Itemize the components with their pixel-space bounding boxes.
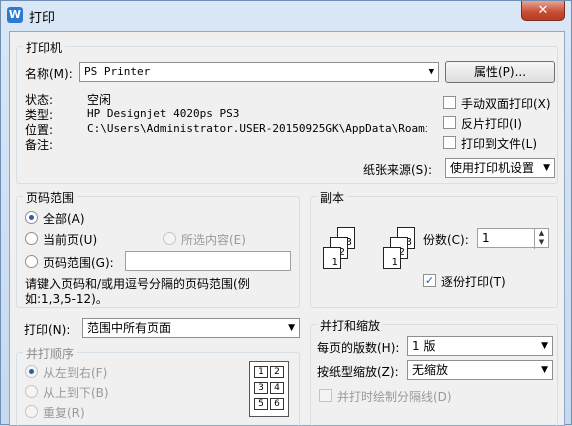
copies-group-title: 副本: [317, 189, 348, 206]
paper-source-select[interactable]: 使用打印机设置 ▼: [445, 158, 555, 178]
spin-up-icon[interactable]: ▲: [535, 229, 548, 238]
print-what-select[interactable]: 范围中所有页面 ▼: [82, 318, 300, 338]
order-repeat-label: 重复(R): [43, 406, 85, 420]
order-top-bottom-label: 从上到下(B): [43, 386, 109, 400]
order-cell: 2: [270, 366, 284, 378]
print-to-file-checkbox[interactable]: [443, 136, 456, 149]
scale-label: 按纸型缩放(Z):: [317, 365, 399, 379]
printer-group-title: 打印机: [23, 39, 66, 56]
print-what-value: 范围中所有页面: [87, 321, 172, 335]
zoom-group-title: 并打和缩放: [317, 317, 384, 334]
order-group-title: 并打顺序: [23, 345, 78, 362]
status-value: 空闲: [87, 93, 112, 107]
order-cell: 4: [270, 382, 284, 394]
comment-label: 备注:: [25, 138, 54, 152]
range-current-label: 当前页(U): [43, 233, 98, 247]
chevron-down-icon: ▼: [428, 67, 434, 77]
printer-name-select[interactable]: PS Printer ▼: [79, 62, 439, 82]
chevron-down-icon: ▼: [541, 365, 548, 375]
range-all-radio[interactable]: [25, 211, 38, 224]
printer-name-value: PS Printer: [84, 65, 151, 78]
wps-logo-icon: W: [7, 7, 23, 23]
page-range-group: 页码范围 全部(A) 当前页(U) 所选内容(E) 页码范围(G): 请键入页码…: [16, 189, 300, 308]
mirror-print-label: 反片打印(I): [461, 117, 522, 131]
range-selection-radio[interactable]: [163, 232, 176, 245]
copies-count-label: 份数(C):: [423, 233, 469, 247]
order-cell: 3: [254, 382, 268, 394]
order-repeat-radio[interactable]: [25, 405, 38, 418]
properties-button[interactable]: 属性(P)...: [445, 61, 555, 83]
pages-per-sheet-label: 每页的版数(H):: [317, 341, 400, 355]
chevron-down-icon: ▼: [543, 163, 550, 173]
range-current-radio[interactable]: [25, 232, 38, 245]
copies-count-input[interactable]: 1 ▲ ▼: [477, 228, 549, 249]
duplex-checkbox[interactable]: [443, 96, 456, 109]
title-bar: W 打印 ✕: [1, 1, 572, 29]
paper-source-value: 使用打印机设置: [450, 161, 535, 175]
collate-checkbox[interactable]: ✓: [423, 274, 436, 287]
order-cell: 1: [254, 366, 268, 378]
pages-per-sheet-value: 1 版: [412, 339, 436, 353]
window-title: 打印: [29, 11, 56, 26]
print-to-file-label: 打印到文件(L): [461, 137, 538, 151]
close-button[interactable]: ✕: [521, 1, 565, 21]
order-left-right-label: 从左到右(F): [43, 366, 108, 380]
order-preview-icon: 1 2 3 4 5 6: [249, 361, 289, 417]
collate-label: 逐份打印(T): [441, 275, 506, 289]
paper-source-label: 纸张来源(S):: [363, 163, 433, 177]
spin-down-icon[interactable]: ▼: [535, 238, 548, 247]
range-pages-radio[interactable]: [25, 255, 38, 268]
printer-name-label: 名称(M):: [25, 67, 73, 81]
range-selection-label: 所选内容(E): [181, 233, 246, 247]
copies-count-value: 1: [482, 231, 490, 245]
chevron-down-icon: ▼: [541, 341, 548, 351]
order-cell: 6: [270, 398, 284, 410]
draw-borders-checkbox[interactable]: [319, 389, 332, 402]
type-value: HP Designjet 4020ps PS3: [87, 107, 240, 120]
page-range-group-title: 页码范围: [23, 189, 78, 206]
printer-group: 打印机 名称(M): PS Printer ▼ 属性(P)... 状态: 空闲 …: [16, 39, 558, 184]
order-left-right-radio[interactable]: [25, 365, 38, 378]
copies-group: 副本 3 2 1 3 2 1 份数(C): 1 ▲ ▼ ✓ 逐份打印(T): [310, 189, 558, 308]
page-range-input[interactable]: [125, 251, 291, 271]
order-group: 并打顺序 从左到右(F) 从上到下(B) 重复(R) 1 2 3 4 5 6: [16, 345, 300, 426]
page-range-hint: 请键入页码和/或用逗号分隔的页码范围(例如:1,3,5-12)。: [25, 277, 250, 306]
draw-borders-label: 并打时绘制分隔线(D): [337, 390, 452, 404]
location-value: C:\Users\Administrator.USER-20150925GK\A…: [87, 122, 427, 135]
zoom-group: 并打和缩放 每页的版数(H): 1 版 ▼ 按纸型缩放(Z): 无缩放 ▼ 并打…: [310, 317, 558, 426]
scale-select[interactable]: 无缩放 ▼: [407, 360, 553, 380]
pages-per-sheet-select[interactable]: 1 版 ▼: [407, 336, 553, 356]
duplex-label: 手动双面打印(X): [461, 97, 551, 111]
print-what-label: 打印(N):: [24, 323, 71, 337]
scale-value: 无缩放: [412, 363, 449, 377]
print-dialog: W 打印 ✕ 打印机 名称(M): PS Printer ▼ 属性(P)... …: [0, 0, 572, 426]
order-top-bottom-radio[interactable]: [25, 385, 38, 398]
range-pages-label: 页码范围(G):: [43, 256, 114, 270]
range-all-label: 全部(A): [43, 212, 85, 226]
copies-spinner[interactable]: ▲ ▼: [534, 229, 548, 249]
chevron-down-icon: ▼: [288, 323, 295, 333]
order-cell: 5: [254, 398, 268, 410]
mirror-print-checkbox[interactable]: [443, 116, 456, 129]
dialog-body: 打印机 名称(M): PS Printer ▼ 属性(P)... 状态: 空闲 …: [9, 31, 565, 426]
